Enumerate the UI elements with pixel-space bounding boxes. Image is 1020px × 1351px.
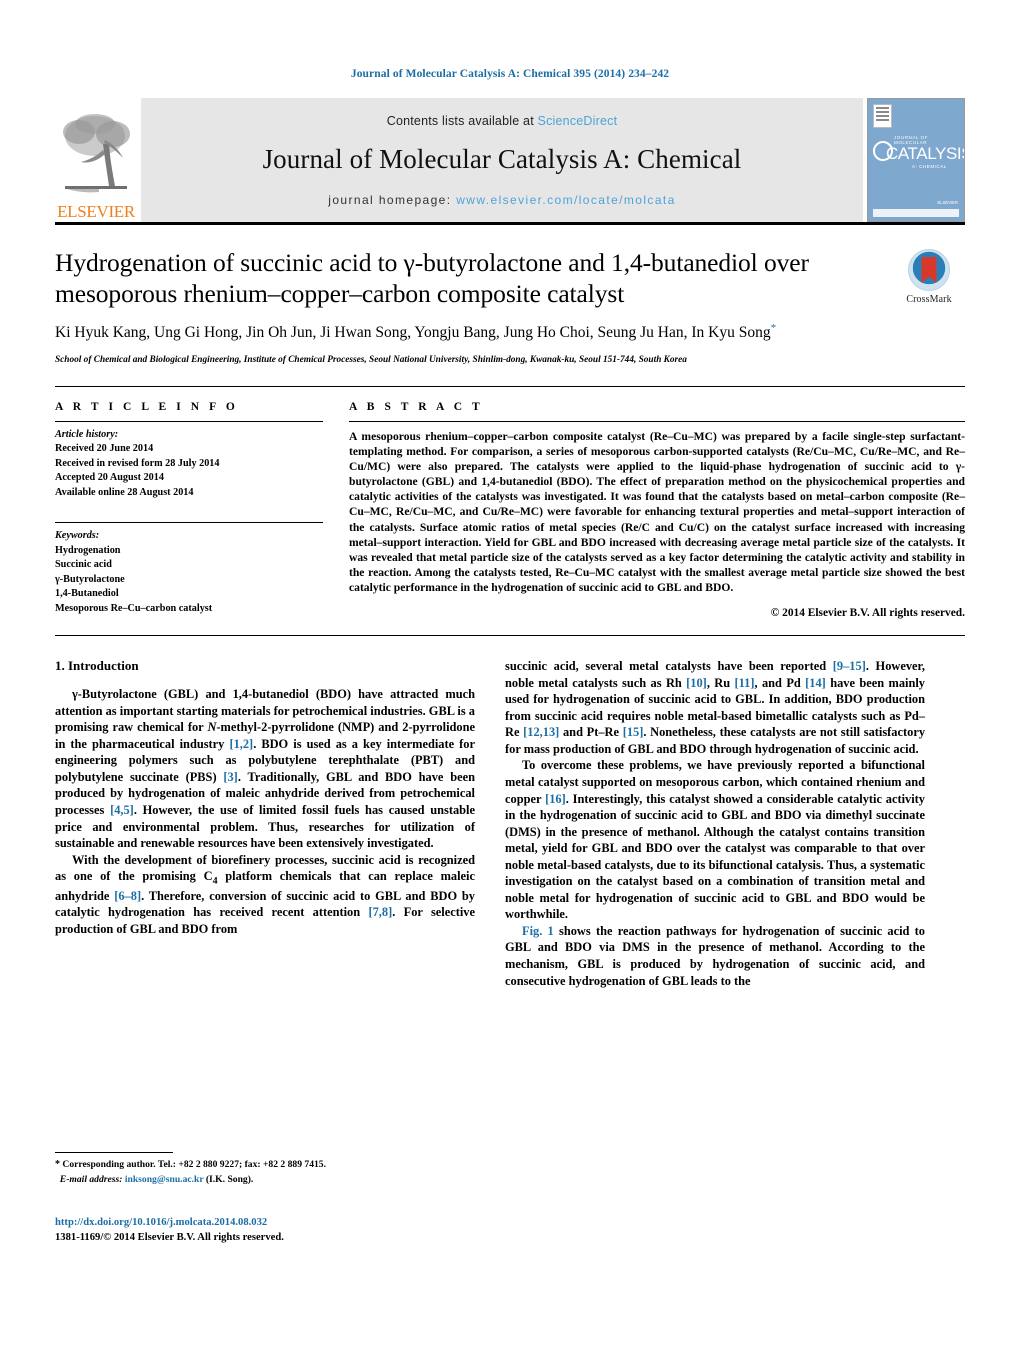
cover-titles: JOURNAL OF MOLECULAR CATALYSIS A: CHEMIC… [872, 135, 965, 169]
keywords-rule [55, 522, 323, 524]
footnote-marker: * [55, 1159, 60, 1170]
paragraph: With the development of biorefinery proc… [55, 852, 475, 938]
citation-link[interactable]: [9–15] [833, 659, 866, 673]
email-label: E-mail address: [59, 1173, 123, 1185]
running-head: Journal of Molecular Catalysis A: Chemic… [350, 68, 670, 80]
email-owner: (I.K. Song). [205, 1173, 254, 1185]
paragraph: To overcome these problems, we have prev… [505, 757, 925, 922]
paragraph: γ-Butyrolactone (GBL) and 1,4-butanediol… [55, 686, 475, 851]
crossmark-badge[interactable]: CrossMark [893, 249, 965, 305]
cover-footer-bar [873, 209, 959, 217]
elsevier-logo: ELSEVIER [55, 98, 137, 222]
keyword-item: Mesoporous Re–Cu–carbon catalyst [55, 602, 213, 614]
introduction-right-text: succinic acid, several metal catalysts h… [505, 658, 925, 989]
citation-link[interactable]: [1,2] [229, 737, 253, 751]
citation-link[interactable]: [12,13] [523, 725, 559, 739]
article-info-rule [55, 420, 323, 422]
contents-line: Contents lists available at ScienceDirec… [387, 114, 618, 128]
doi-link[interactable]: http://dx.doi.org/10.1016/j.molcata.2014… [55, 1215, 475, 1230]
text-run: , and Pd [754, 675, 806, 690]
keywords-list: Keywords: Hydrogenation Succinic acid γ-… [55, 529, 323, 616]
keyword-item: Hydrogenation [55, 544, 121, 556]
title-block: Hydrogenation of succinic acid to γ-buty… [55, 247, 965, 368]
text-run: shows the reaction pathways for hydrogen… [505, 923, 926, 988]
citation-link[interactable]: [6–8] [114, 889, 141, 903]
elsevier-wordmark: ELSEVIER [57, 202, 135, 221]
text-run: and Pt–Re [559, 725, 623, 740]
footnote-rule [55, 1152, 173, 1153]
issn-copyright-line: 1381-1169/© 2014 Elsevier B.V. All right… [55, 1232, 284, 1244]
elsevier-tree-icon [59, 110, 133, 202]
history-item: Received 20 June 2014 [55, 443, 154, 455]
body-column-right: succinic acid, several metal catalysts h… [505, 658, 925, 989]
crossmark-label: CrossMark [906, 294, 952, 305]
divider-above-info [55, 385, 965, 387]
doi-block: http://dx.doi.org/10.1016/j.molcata.2014… [55, 1215, 475, 1246]
citation-link[interactable]: [11] [735, 676, 755, 690]
journal-masthead: ELSEVIER Contents lists available at Sci… [55, 98, 965, 225]
journal-banner: Contents lists available at ScienceDirec… [141, 98, 863, 222]
citation-link[interactable]: [14] [805, 676, 826, 690]
paragraph: Fig. 1 shows the reaction pathways for h… [505, 923, 925, 989]
cover-publisher: ELSEVIER [937, 200, 958, 205]
history-item: Received in revised form 28 July 2014 [55, 457, 220, 469]
citation-link[interactable]: [3] [223, 770, 237, 784]
citation-link[interactable]: [15] [623, 725, 644, 739]
homepage-label: journal homepage: [328, 192, 452, 207]
journal-title: Journal of Molecular Catalysis A: Chemic… [262, 143, 742, 174]
homepage-link[interactable]: www.elsevier.com/locate/molcata [456, 193, 675, 207]
crossmark-icon [908, 249, 950, 291]
footnote-block: * Corresponding author. Tel.: +82 2 880 … [55, 1152, 475, 1186]
paragraph: succinic acid, several metal catalysts h… [505, 658, 925, 757]
section-heading-introduction: 1. Introduction [55, 658, 139, 674]
citation-link[interactable]: [4,5] [110, 803, 134, 817]
article-info-column: A R T I C L E I N F O Article history: R… [55, 401, 323, 619]
keyword-item: γ-Butyrolactone [55, 573, 125, 585]
cover-corner-box [873, 104, 892, 128]
body-columns: 1. Introduction γ-Butyrolactone (GBL) an… [55, 658, 965, 989]
contents-prefix: Contents lists available at [386, 113, 538, 128]
abstract-column: A B S T R A C T A mesoporous rhenium–cop… [349, 401, 965, 619]
history-item: Available online 28 August 2014 [55, 486, 194, 498]
keyword-item: Succinic acid [55, 559, 112, 571]
keyword-item: 1,4-Butanediol [55, 588, 119, 600]
figure-link[interactable]: Fig. 1 [522, 924, 554, 938]
abstract-text: A mesoporous rhenium–copper–carbon compo… [349, 429, 965, 595]
affiliation: School of Chemical and Biological Engine… [55, 355, 687, 366]
cover-kicker: JOURNAL OF MOLECULAR [894, 135, 928, 145]
article-history: Article history: Received 20 June 2014 R… [55, 428, 323, 500]
text-run: . Interestingly, this catalyst showed a … [505, 791, 926, 922]
author-list: Ki Hyuk Kang, Ung Gi Hong, Jin Oh Jun, J… [55, 321, 845, 344]
citation-link[interactable]: [10] [686, 676, 707, 690]
abstract-copyright: © 2014 Elsevier B.V. All rights reserved… [770, 607, 965, 620]
history-item: Accepted 20 August 2014 [55, 472, 164, 484]
article-info-heading: A R T I C L E I N F O [55, 400, 239, 413]
cover-main-title: CATALYSIS [886, 144, 965, 163]
citation-link[interactable]: [7,8] [368, 905, 392, 919]
page-title: Hydrogenation of succinic acid to γ-buty… [55, 248, 809, 309]
article-page: Journal of Molecular Catalysis A: Chemic… [0, 0, 1020, 1351]
author-names: Ki Hyuk Kang, Ung Gi Hong, Jin Oh Jun, J… [55, 324, 771, 342]
divider-above-body [55, 635, 965, 637]
corresponding-author-note: * Corresponding author. Tel.: +82 2 880 … [55, 1158, 475, 1186]
citation-link[interactable]: [16] [545, 792, 566, 806]
article-history-heading: Article history: [55, 428, 119, 440]
abstract-heading: A B S T R A C T [349, 400, 484, 413]
cover-subtitle: A: CHEMICAL [912, 164, 947, 169]
keywords-heading: Keywords: [55, 530, 100, 542]
text-run: , Ru [706, 675, 735, 690]
abstract-rule [349, 420, 965, 422]
journal-cover-thumbnail: JOURNAL OF MOLECULAR CATALYSIS A: CHEMIC… [867, 98, 965, 222]
info-abstract-section: A R T I C L E I N F O Article history: R… [55, 401, 965, 619]
corresponding-author-text: Corresponding author. Tel.: +82 2 880 92… [62, 1159, 326, 1170]
introduction-left-text: γ-Butyrolactone (GBL) and 1,4-butanediol… [55, 686, 475, 937]
crossmark-bookmark-shape [921, 257, 937, 283]
journal-homepage-line: journal homepage: www.elsevier.com/locat… [328, 193, 675, 207]
body-column-left: 1. Introduction γ-Butyrolactone (GBL) an… [55, 658, 475, 989]
text-run: succinic acid, several metal catalysts h… [505, 659, 833, 674]
sciencedirect-link[interactable]: ScienceDirect [538, 114, 618, 128]
corresponding-author-marker: * [770, 322, 777, 335]
email-link[interactable]: inksong@snu.ac.kr [125, 1174, 204, 1185]
